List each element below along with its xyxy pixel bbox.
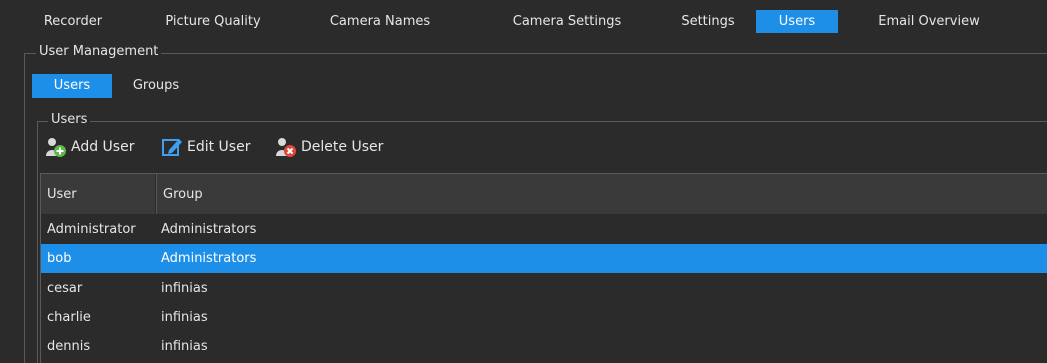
user-management-legend: User Management [36, 44, 162, 59]
edit-user-button[interactable]: Edit User [161, 133, 250, 161]
edit-user-icon [161, 136, 183, 158]
tab-users[interactable]: Users [756, 10, 838, 33]
table-header: User Group [41, 174, 1047, 214]
delete-user-icon [275, 136, 297, 158]
tab-camera-settings[interactable]: Camera Settings [482, 10, 652, 33]
cell-group: infinias [161, 339, 208, 354]
users-group-legend: Users [48, 112, 91, 127]
cell-group: infinias [161, 281, 208, 296]
tab-camera-names[interactable]: Camera Names [304, 10, 456, 33]
users-table: User Group Administrator Administrators … [40, 173, 1047, 363]
table-row-selected[interactable]: bob Administrators [41, 244, 1047, 273]
delete-user-button[interactable]: Delete User [275, 133, 383, 161]
column-header-group[interactable]: Group [156, 174, 1047, 214]
tab-settings[interactable]: Settings [668, 10, 748, 33]
tab-picture-quality[interactable]: Picture Quality [138, 10, 288, 33]
delete-user-label: Delete User [301, 139, 384, 155]
table-row[interactable]: dennis infinias [41, 332, 1047, 361]
cell-user: cesar [47, 281, 83, 296]
cell-group: infinias [161, 310, 208, 325]
column-header-user[interactable]: User [41, 174, 156, 214]
tab-recorder[interactable]: Recorder [24, 10, 122, 33]
table-row[interactable]: Administrator Administrators [41, 215, 1047, 244]
cell-user: bob [47, 251, 72, 266]
top-tab-bar: Recorder Picture Quality Camera Names Ca… [0, 0, 1047, 33]
edit-user-label: Edit User [187, 139, 251, 155]
add-user-label: Add User [71, 139, 135, 155]
subtab-groups[interactable]: Groups [116, 74, 196, 98]
table-row[interactable]: charlie infinias [41, 303, 1047, 332]
add-user-icon [45, 136, 67, 158]
add-user-button[interactable]: Add User [45, 133, 134, 161]
cell-group: Administrators [161, 222, 257, 237]
tab-email-overview[interactable]: Email Overview [848, 10, 1010, 33]
cell-user: Administrator [47, 222, 136, 237]
cell-user: dennis [47, 339, 91, 354]
table-row[interactable]: cesar infinias [41, 274, 1047, 303]
cell-user: charlie [47, 310, 91, 325]
subtab-users[interactable]: Users [32, 74, 112, 98]
cell-group: Administrators [161, 251, 257, 266]
